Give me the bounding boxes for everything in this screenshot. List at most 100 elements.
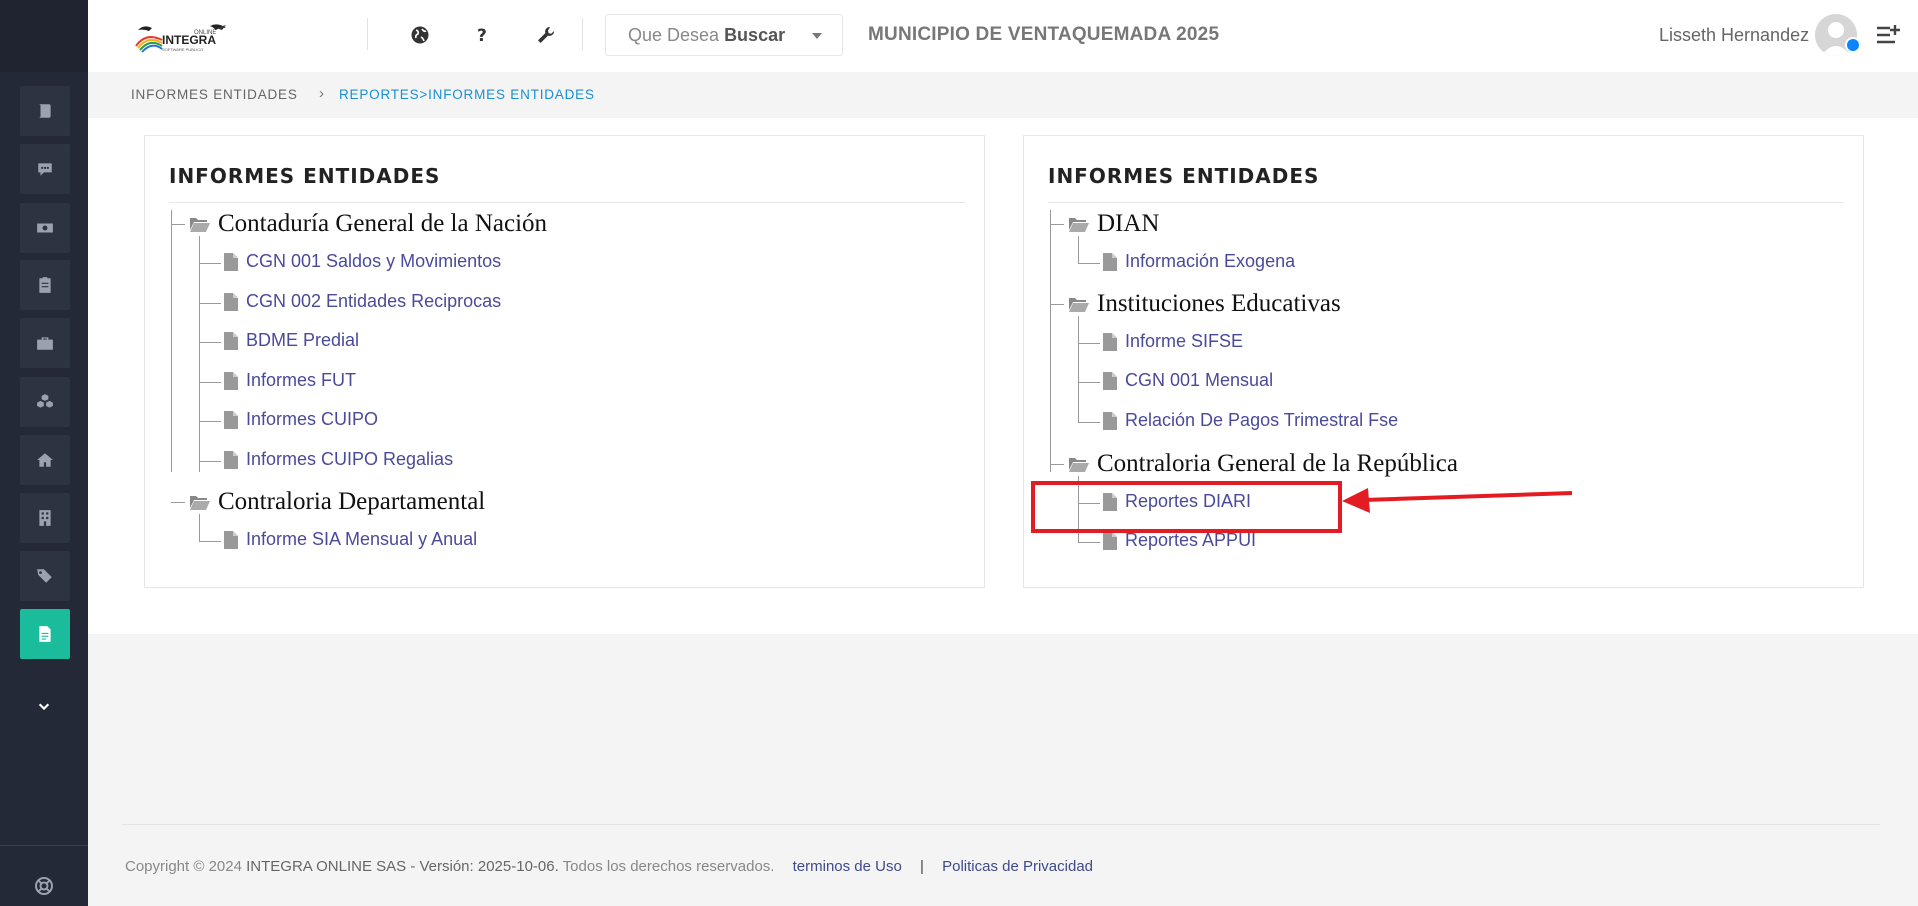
folder-contraloria-general[interactable]: Contraloria General de la República — [1068, 450, 1458, 478]
report-item[interactable]: Informe SIFSE — [1102, 331, 1243, 352]
sidebar-item-reports[interactable] — [20, 609, 70, 659]
caret-down-icon — [812, 33, 822, 39]
tree-line — [1078, 316, 1079, 422]
report-link[interactable]: CGN 001 Mensual — [1125, 370, 1273, 391]
file-icon — [224, 292, 238, 311]
footer-divider — [122, 824, 1880, 825]
folder-open-icon — [1069, 298, 1089, 312]
folder-contraloria-departamental[interactable]: Contraloria Departamental — [189, 488, 485, 516]
breadcrumb-home[interactable]: INFORMES ENTIDADES — [131, 87, 298, 102]
wrench-icon — [538, 26, 555, 43]
tags-icon — [37, 569, 52, 583]
support-button[interactable] — [30, 872, 58, 900]
report-link[interactable]: Información Exogena — [1125, 251, 1295, 272]
file-icon — [224, 331, 238, 350]
search-select[interactable]: Que Desea Buscar — [605, 14, 843, 56]
privacy-link[interactable]: Politicas de Privacidad — [942, 858, 1093, 875]
folder-dian[interactable]: DIAN — [1068, 210, 1160, 238]
file-icon — [1103, 252, 1117, 271]
book-icon — [39, 104, 51, 118]
report-item[interactable]: Reportes APPUI — [1102, 530, 1256, 551]
folder-label: Contaduría General de la Nación — [218, 210, 548, 237]
report-link[interactable]: CGN 001 Saldos y Movimientos — [246, 251, 501, 272]
file-icon — [224, 410, 238, 429]
report-link[interactable]: Reportes APPUI — [1125, 530, 1256, 551]
folder-label: Contraloria Departamental — [218, 488, 486, 515]
user-name[interactable]: Lisseth Hernandez — [1659, 25, 1809, 46]
report-link[interactable]: BDME Predial — [246, 330, 359, 351]
sidebar-item-tags[interactable] — [20, 551, 70, 601]
report-link[interactable]: CGN 002 Entidades Reciprocas — [246, 291, 501, 312]
help-button[interactable]: ? — [469, 22, 495, 48]
integra-logo[interactable]: INTEGRA ONLINE SOFTWARE PUBLICO — [132, 20, 244, 54]
svg-text:?: ? — [477, 26, 487, 45]
main-content: INFORMES ENTIDADES Contaduría General de… — [88, 118, 1918, 634]
folder-instituciones[interactable]: Instituciones Educativas — [1068, 290, 1341, 318]
report-item[interactable]: Informes FUT — [223, 370, 356, 391]
tree-line — [1078, 382, 1100, 383]
report-link[interactable]: Informes CUIPO — [246, 409, 378, 430]
tree-line — [1078, 422, 1100, 423]
tree-line — [199, 236, 200, 472]
menu-toggle-button[interactable] — [1873, 20, 1903, 50]
sidebar-item-chat[interactable] — [20, 144, 70, 194]
file-icon — [224, 530, 238, 549]
cubes-icon — [37, 394, 53, 408]
report-item[interactable]: CGN 001 Saldos y Movimientos — [223, 251, 501, 272]
footer-separator: | — [920, 858, 924, 875]
tree-line — [171, 210, 172, 472]
sidebar-item-home[interactable] — [20, 435, 70, 485]
sidebar-item-clipboard[interactable] — [20, 260, 70, 310]
file-icon — [1103, 411, 1117, 430]
globe-icon — [411, 26, 429, 44]
panel-title: INFORMES ENTIDADES — [169, 164, 441, 188]
sidebar-item-money[interactable] — [20, 203, 70, 253]
panel-divider — [1048, 202, 1844, 203]
report-item[interactable]: Relación De Pagos Trimestral Fse — [1102, 410, 1398, 431]
sidebar-expand-button[interactable] — [26, 690, 62, 722]
status-indicator — [1845, 37, 1861, 53]
breadcrumb-current[interactable]: REPORTES>INFORMES ENTIDADES — [339, 87, 595, 102]
file-icon — [39, 626, 51, 642]
file-icon — [1103, 332, 1117, 351]
help-icon: ? — [477, 26, 487, 45]
tree-line — [1050, 464, 1064, 465]
sidebar — [0, 0, 88, 906]
rights-text: Todos los derechos reservados. — [562, 858, 775, 875]
globe-button[interactable] — [407, 22, 433, 48]
tree-line — [1078, 236, 1079, 263]
tree-line — [1078, 343, 1100, 344]
tree-line — [1078, 263, 1100, 264]
sidebar-item-building[interactable] — [20, 493, 70, 543]
report-link[interactable]: Relación De Pagos Trimestral Fse — [1125, 410, 1398, 431]
sidebar-item-cubes[interactable] — [20, 377, 70, 427]
sidebar-item-briefcase[interactable] — [20, 318, 70, 368]
municipality-title: MUNICIPIO DE VENTAQUEMADA 2025 — [868, 24, 1220, 45]
report-item[interactable]: CGN 001 Mensual — [1102, 370, 1273, 391]
report-item[interactable]: Información Exogena — [1102, 251, 1295, 272]
annotation-arrow — [1342, 488, 1573, 513]
sidebar-divider — [0, 845, 88, 846]
report-item[interactable]: Informe SIA Mensual y Anual — [223, 529, 477, 550]
report-item[interactable]: BDME Predial — [223, 330, 359, 351]
settings-button[interactable] — [533, 22, 559, 48]
tree-line — [1050, 210, 1051, 472]
report-link[interactable]: Informe SIFSE — [1125, 331, 1243, 352]
money-icon — [37, 223, 53, 233]
report-link[interactable]: Informe SIA Mensual y Anual — [246, 529, 477, 550]
briefcase-icon — [37, 337, 53, 350]
folder-open-icon — [190, 218, 210, 232]
terms-link[interactable]: terminos de Uso — [793, 858, 902, 875]
report-item[interactable]: Informes CUIPO — [223, 409, 378, 430]
tree-line — [199, 382, 221, 383]
sidebar-item-book[interactable] — [20, 86, 70, 136]
menu-add-icon — [1877, 25, 1900, 44]
report-link[interactable]: Informes CUIPO Regalias — [246, 449, 453, 470]
folder-contaduria[interactable]: Contaduría General de la Nación — [189, 210, 547, 238]
report-item[interactable]: CGN 002 Entidades Reciprocas — [223, 291, 501, 312]
header-divider — [367, 18, 368, 50]
tree-line — [199, 421, 221, 422]
building-icon — [39, 510, 51, 526]
report-item[interactable]: Informes CUIPO Regalias — [223, 449, 453, 470]
report-link[interactable]: Informes FUT — [246, 370, 356, 391]
